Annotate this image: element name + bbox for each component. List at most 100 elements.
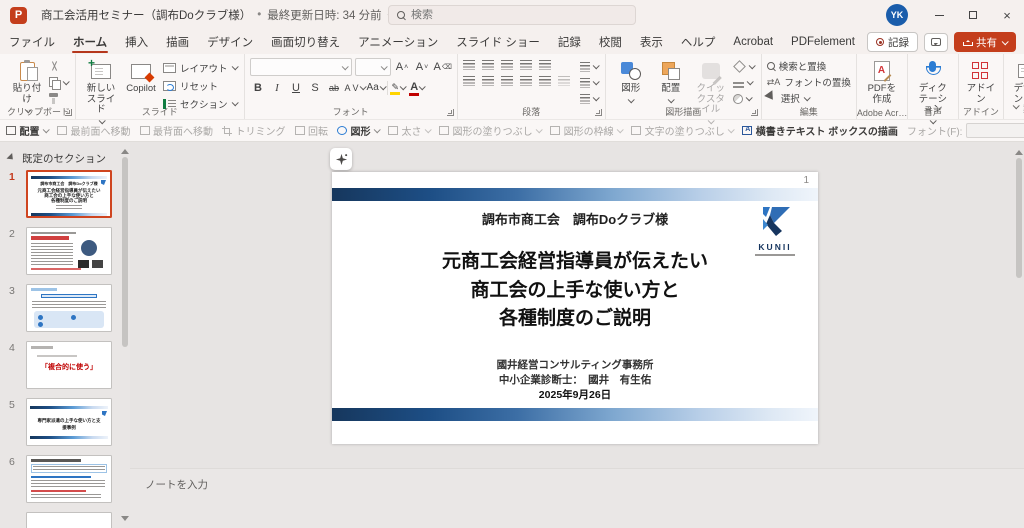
slide-credits[interactable]: 國井経営コンサルティング事務所 中小企業診断士： 國井 有生佑 2025年9月2… <box>332 358 818 404</box>
shape-outline-button[interactable] <box>732 76 754 89</box>
scroll-up-icon[interactable] <box>1015 146 1023 155</box>
format-painter-button[interactable] <box>49 92 68 105</box>
smartart-button[interactable] <box>579 92 600 105</box>
line-spacing-icon[interactable] <box>538 60 551 70</box>
notes-placeholder[interactable]: ノートを入力 <box>145 477 208 492</box>
shape-effects-button[interactable] <box>732 92 754 105</box>
arrange-button[interactable]: 配置 <box>651 58 691 105</box>
decrease-indent-icon[interactable] <box>500 60 513 70</box>
powerpoint-app-icon[interactable]: P <box>10 6 27 24</box>
dialog-launcher-icon[interactable] <box>446 109 454 116</box>
dialog-launcher-icon[interactable] <box>65 109 72 116</box>
change-case-button[interactable]: Aa <box>367 79 387 96</box>
character-spacing-button[interactable]: A V <box>345 79 367 96</box>
slide-bottom-gradient-bar[interactable] <box>332 408 818 421</box>
bold-button[interactable]: B <box>250 79 267 96</box>
slide-thumbnail-1[interactable]: 調布市商工会 調布Doクラブ様 元商工会経営指導員が伝えたい 商工会の上手な使い… <box>26 170 112 218</box>
slide-editor[interactable]: 1 調布市商工会 調布Doクラブ様 KUNII 元商工会経営指導員が伝えたい 商… <box>332 172 818 444</box>
underline-button[interactable]: U <box>288 79 305 96</box>
slide-thumbnail-5[interactable]: 専門家派遣の上手な使い方と支援事例 <box>26 398 112 446</box>
shadow-button[interactable]: S <box>307 79 324 96</box>
slide-title[interactable]: 元商工会経営指導員が伝えたい 商工会の上手な使い方と 各種制度のご説明 <box>332 248 818 334</box>
scrollbar-thumb[interactable] <box>122 157 128 347</box>
tab-slideshow[interactable]: スライド ショー <box>447 30 549 54</box>
font-name-combo[interactable] <box>249 58 352 76</box>
document-title[interactable]: 商工会活用セミナー（調布Doクラブ様） • 最終更新日時: 34 分前 <box>41 7 395 23</box>
shapes-quick-button[interactable]: 図形 <box>337 123 381 138</box>
justify-icon[interactable] <box>519 76 532 86</box>
align-center-icon[interactable] <box>481 76 494 86</box>
thumbnail-scrollbar[interactable] <box>121 145 129 525</box>
slide-top-gradient-bar[interactable] <box>332 188 818 201</box>
slide-thumbnail-4[interactable]: 「複合的に使う」 <box>26 341 112 389</box>
slide-thumbnail-2[interactable] <box>26 227 112 275</box>
share-button[interactable]: 共有 <box>954 32 1016 52</box>
decrease-font-button[interactable]: A ˅ <box>414 59 431 76</box>
tab-animations[interactable]: アニメーション <box>349 30 447 54</box>
slide-thumbnail-7[interactable] <box>26 512 112 528</box>
slide-subtitle[interactable]: 調布市商工会 調布Doクラブ様 <box>332 209 818 228</box>
bullets-icon[interactable] <box>462 60 475 70</box>
slide-thumbnail-3[interactable] <box>26 284 112 332</box>
tab-acrobat[interactable]: Acrobat <box>724 30 782 54</box>
textbox-button[interactable]: 横書きテキスト ボックスの描画 <box>742 123 898 138</box>
slide-thumbnail-6[interactable] <box>26 455 112 503</box>
tab-home[interactable]: ホーム <box>64 30 116 54</box>
numbering-icon[interactable] <box>481 60 494 70</box>
clear-formatting-button[interactable]: A ⌫ <box>434 59 452 76</box>
font-size-combo[interactable] <box>354 58 391 76</box>
tab-file[interactable]: ファイル <box>0 30 64 54</box>
notes-pane[interactable]: ノートを入力 <box>130 468 1024 528</box>
replace-fonts-button[interactable]: ⇄A フォントの置換 <box>767 75 851 89</box>
comments-button[interactable] <box>924 32 948 52</box>
tab-view[interactable]: 表示 <box>631 30 672 54</box>
italic-button[interactable]: I <box>269 79 286 96</box>
record-button[interactable]: 記録 <box>867 32 918 52</box>
minimize-button[interactable] <box>922 0 956 30</box>
search-box[interactable] <box>388 5 636 25</box>
tab-help[interactable]: ヘルプ <box>672 30 725 54</box>
columns-icon[interactable] <box>557 76 570 86</box>
search-input[interactable] <box>411 9 611 21</box>
tab-transitions[interactable]: 画面切り替え <box>262 30 349 54</box>
collapse-ribbon-button[interactable] <box>1012 96 1020 114</box>
shape-fill-button[interactable] <box>732 60 756 73</box>
font-color-button[interactable]: A <box>409 79 426 96</box>
scroll-up-icon[interactable] <box>121 145 129 154</box>
align-left-icon[interactable] <box>462 76 475 86</box>
align-text-button[interactable] <box>579 76 600 89</box>
section-header[interactable]: 既定のセクション <box>0 142 130 170</box>
restore-button[interactable] <box>956 0 990 30</box>
arrange-quick-button[interactable]: 配置 <box>6 123 50 138</box>
create-pdf-button[interactable]: PDFを作成 <box>862 58 902 107</box>
highlight-color-button[interactable]: ✎ <box>390 79 407 96</box>
designer-floating-button[interactable] <box>330 148 352 170</box>
addins-button[interactable]: アドイン <box>964 58 998 107</box>
tab-review[interactable]: 校閲 <box>590 30 631 54</box>
find-replace-button[interactable]: 検索と置換 <box>766 59 826 73</box>
scrollbar-thumb[interactable] <box>1016 158 1022 278</box>
cut-button[interactable] <box>49 60 68 73</box>
align-right-icon[interactable] <box>500 76 513 86</box>
shapes-button[interactable]: 図形 <box>611 58 651 105</box>
strikethrough-button[interactable]: ab <box>326 79 343 96</box>
avatar[interactable]: YK <box>886 4 908 26</box>
dialog-launcher-icon[interactable] <box>594 109 602 116</box>
select-button[interactable]: 選択 <box>763 89 811 107</box>
increase-font-button[interactable]: A ˄ <box>394 59 411 76</box>
scroll-down-icon[interactable] <box>121 516 129 525</box>
increase-indent-icon[interactable] <box>519 60 532 70</box>
tab-pdfelement[interactable]: PDFelement <box>782 30 864 54</box>
distribute-icon[interactable] <box>538 76 551 86</box>
tab-record[interactable]: 記録 <box>549 30 590 54</box>
text-direction-button[interactable] <box>579 60 600 73</box>
close-button[interactable]: × <box>990 0 1024 30</box>
copilot-slides-button[interactable]: Copilot <box>121 58 161 97</box>
copy-button[interactable] <box>49 76 70 90</box>
reset-button[interactable]: リセット <box>163 78 237 93</box>
tab-insert[interactable]: 挿入 <box>116 30 157 54</box>
layout-button[interactable]: レイアウト <box>163 60 239 75</box>
dialog-launcher-icon[interactable] <box>750 109 758 116</box>
tab-draw[interactable]: 描画 <box>157 30 198 54</box>
tab-design[interactable]: デザイン <box>198 30 262 54</box>
